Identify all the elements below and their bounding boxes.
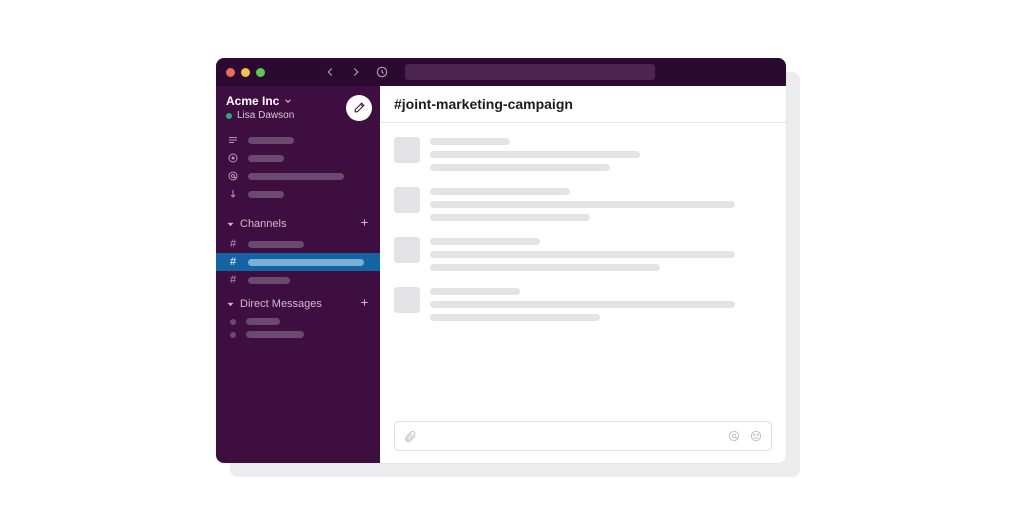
avatar[interactable] (394, 137, 420, 163)
caret-down-icon (226, 300, 235, 309)
add-dm-button[interactable] (359, 297, 370, 311)
message-text-placeholder (430, 251, 735, 258)
message-list (380, 123, 786, 413)
nav-forward-button[interactable] (347, 63, 365, 81)
message-text-placeholder (430, 164, 610, 171)
dm-item[interactable] (216, 315, 380, 328)
message-text-placeholder (430, 314, 600, 321)
threads-icon (226, 134, 240, 146)
message-author-placeholder (430, 188, 570, 195)
message (394, 279, 772, 329)
sidebar-top-nav (216, 129, 380, 209)
nav-item-saved[interactable] (216, 185, 380, 203)
window-controls (226, 68, 265, 77)
channel-title: #joint-marketing-campaign (394, 96, 573, 112)
channel-item[interactable]: # (216, 235, 380, 253)
presence-offline-icon (230, 319, 236, 325)
minimize-window-button[interactable] (241, 68, 250, 77)
nav-item-threads[interactable] (216, 131, 380, 149)
channels-label: Channels (240, 218, 286, 230)
mention-icon[interactable] (727, 429, 741, 443)
current-user-name: Lisa Dawson (237, 110, 294, 121)
add-channel-button[interactable] (359, 217, 370, 231)
nav-back-button[interactable] (321, 63, 339, 81)
mentions-icon (226, 170, 240, 182)
channels-section-header[interactable]: Channels (216, 209, 380, 235)
message (394, 129, 772, 179)
compose-icon (353, 101, 366, 114)
presence-offline-icon (230, 332, 236, 338)
dm-name-placeholder (246, 318, 280, 325)
message (394, 179, 772, 229)
dm-item[interactable] (216, 328, 380, 341)
titlebar (216, 58, 786, 86)
presence-indicator (226, 113, 232, 119)
nav-item-mentions[interactable] (216, 167, 380, 185)
history-button[interactable] (373, 63, 391, 81)
channel-item[interactable]: # (216, 271, 380, 289)
channel-header[interactable]: #joint-marketing-campaign (380, 86, 786, 123)
message-text-placeholder (430, 301, 735, 308)
hash-icon: # (226, 256, 240, 268)
nav-item-placeholder (248, 173, 344, 180)
avatar[interactable] (394, 187, 420, 213)
channel-name-placeholder (248, 259, 364, 266)
nav-item-placeholder (248, 191, 284, 198)
message (394, 229, 772, 279)
nav-item-placeholder (248, 137, 294, 144)
compose-button[interactable] (346, 95, 372, 121)
message-text-placeholder (430, 214, 590, 221)
dms-icon (226, 152, 240, 164)
avatar[interactable] (394, 287, 420, 313)
message-author-placeholder (430, 238, 540, 245)
close-window-button[interactable] (226, 68, 235, 77)
workspace-header[interactable]: Acme Inc Lisa Dawson (216, 86, 380, 129)
message-composer[interactable] (394, 421, 772, 451)
avatar[interactable] (394, 237, 420, 263)
attachment-icon[interactable] (403, 429, 417, 443)
emoji-icon[interactable] (749, 429, 763, 443)
channel-name-placeholder (248, 241, 304, 248)
sidebar: Acme Inc Lisa Dawson (216, 86, 380, 463)
workspace-name: Acme Inc (226, 94, 279, 108)
nav-item-placeholder (248, 155, 284, 162)
dms-section-header[interactable]: Direct Messages (216, 289, 380, 315)
app-window: Acme Inc Lisa Dawson (216, 58, 786, 463)
caret-down-icon (226, 220, 235, 229)
main-pane: #joint-marketing-campaign (380, 86, 786, 463)
hash-icon: # (226, 238, 240, 250)
maximize-window-button[interactable] (256, 68, 265, 77)
dm-name-placeholder (246, 331, 304, 338)
dms-label: Direct Messages (240, 298, 322, 310)
hash-icon: # (226, 274, 240, 286)
message-text-placeholder (430, 151, 640, 158)
chevron-down-icon (283, 96, 293, 106)
message-author-placeholder (430, 288, 520, 295)
saved-icon (226, 188, 240, 200)
nav-item-dms[interactable] (216, 149, 380, 167)
channel-name-placeholder (248, 277, 290, 284)
message-text-placeholder (430, 201, 735, 208)
message-text-placeholder (430, 264, 660, 271)
channel-item-active[interactable]: # (216, 253, 380, 271)
message-author-placeholder (430, 138, 510, 145)
search-input[interactable] (405, 64, 655, 80)
